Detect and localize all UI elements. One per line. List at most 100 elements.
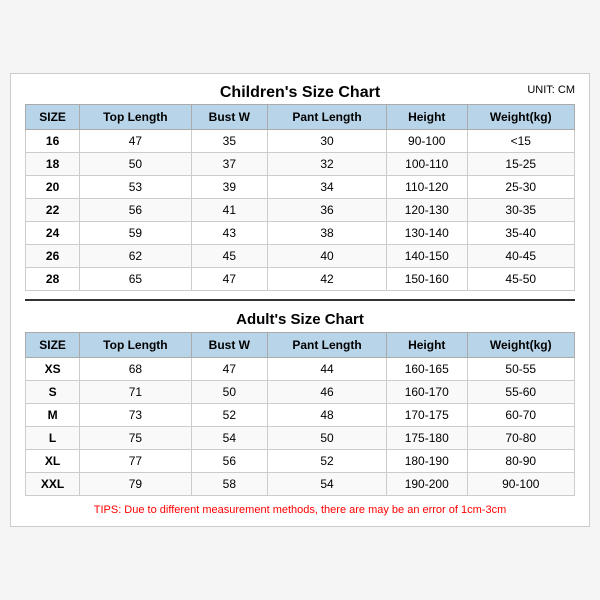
adult-col-height: Height <box>386 333 467 358</box>
table-cell: 36 <box>268 199 387 222</box>
children-col-size: SIZE <box>26 105 80 130</box>
table-cell: 160-170 <box>386 381 467 404</box>
table-row: 28654742150-16045-50 <box>26 268 575 291</box>
table-cell: 22 <box>26 199 80 222</box>
table-cell: 68 <box>80 358 191 381</box>
table-cell: 80-90 <box>467 450 575 473</box>
adult-col-bust: Bust W <box>191 333 267 358</box>
section-divider <box>25 299 575 301</box>
table-cell: 28 <box>26 268 80 291</box>
table-cell: 56 <box>191 450 267 473</box>
adult-col-weight: Weight(kg) <box>467 333 575 358</box>
adult-title-text: Adult's Size Chart <box>236 311 364 328</box>
table-cell: 35 <box>191 130 267 153</box>
table-cell: 54 <box>268 473 387 496</box>
table-cell: 38 <box>268 222 387 245</box>
table-cell: 52 <box>191 404 267 427</box>
table-cell: 43 <box>191 222 267 245</box>
table-cell: 54 <box>191 427 267 450</box>
table-cell: 100-110 <box>386 153 467 176</box>
table-cell: 160-165 <box>386 358 467 381</box>
tips-text: TIPS: Due to different measurement metho… <box>25 504 575 516</box>
children-col-top-length: Top Length <box>80 105 191 130</box>
table-row: 1647353090-100<15 <box>26 130 575 153</box>
table-cell: 180-190 <box>386 450 467 473</box>
adult-chart-title: Adult's Size Chart <box>25 305 575 332</box>
table-cell: 58 <box>191 473 267 496</box>
table-cell: 50 <box>80 153 191 176</box>
table-cell: 59 <box>80 222 191 245</box>
children-col-weight: Weight(kg) <box>467 105 575 130</box>
table-cell: XXL <box>26 473 80 496</box>
table-cell: S <box>26 381 80 404</box>
table-row: 26624540140-15040-45 <box>26 245 575 268</box>
children-col-height: Height <box>386 105 467 130</box>
table-cell: 53 <box>80 176 191 199</box>
table-cell: 35-40 <box>467 222 575 245</box>
table-row: XL775652180-19080-90 <box>26 450 575 473</box>
table-cell: M <box>26 404 80 427</box>
adult-col-top-length: Top Length <box>80 333 191 358</box>
table-cell: 34 <box>268 176 387 199</box>
table-cell: 190-200 <box>386 473 467 496</box>
table-cell: 70-80 <box>467 427 575 450</box>
table-cell: 71 <box>80 381 191 404</box>
table-cell: 41 <box>191 199 267 222</box>
table-cell: XS <box>26 358 80 381</box>
table-cell: 15-25 <box>467 153 575 176</box>
table-row: XS684744160-16550-55 <box>26 358 575 381</box>
children-col-bust: Bust W <box>191 105 267 130</box>
table-cell: 130-140 <box>386 222 467 245</box>
table-cell: 40-45 <box>467 245 575 268</box>
table-cell: 45-50 <box>467 268 575 291</box>
table-cell: 45 <box>191 245 267 268</box>
table-cell: 90-100 <box>467 473 575 496</box>
table-cell: 42 <box>268 268 387 291</box>
table-cell: 62 <box>80 245 191 268</box>
table-cell: 47 <box>191 268 267 291</box>
table-cell: 52 <box>268 450 387 473</box>
table-cell: 73 <box>80 404 191 427</box>
table-cell: 39 <box>191 176 267 199</box>
table-cell: 50 <box>191 381 267 404</box>
table-cell: 150-160 <box>386 268 467 291</box>
table-cell: 170-175 <box>386 404 467 427</box>
children-chart-title: Children's Size Chart UNIT: CM <box>25 84 575 102</box>
table-cell: 30-35 <box>467 199 575 222</box>
unit-label: UNIT: CM <box>527 84 575 96</box>
children-title-text: Children's Size Chart <box>220 84 380 101</box>
table-cell: 32 <box>268 153 387 176</box>
table-cell: 110-120 <box>386 176 467 199</box>
table-cell: 48 <box>268 404 387 427</box>
table-cell: 50 <box>268 427 387 450</box>
table-cell: 47 <box>80 130 191 153</box>
adult-col-pant: Pant Length <box>268 333 387 358</box>
table-cell: 16 <box>26 130 80 153</box>
table-row: 22564136120-13030-35 <box>26 199 575 222</box>
table-cell: 24 <box>26 222 80 245</box>
table-cell: 18 <box>26 153 80 176</box>
table-cell: 30 <box>268 130 387 153</box>
table-row: 18503732100-11015-25 <box>26 153 575 176</box>
table-row: 20533934110-12025-30 <box>26 176 575 199</box>
table-cell: 47 <box>191 358 267 381</box>
table-cell: 56 <box>80 199 191 222</box>
children-size-table: SIZE Top Length Bust W Pant Length Heigh… <box>25 104 575 291</box>
table-cell: 20 <box>26 176 80 199</box>
table-cell: 75 <box>80 427 191 450</box>
table-cell: 65 <box>80 268 191 291</box>
table-row: S715046160-17055-60 <box>26 381 575 404</box>
table-cell: 175-180 <box>386 427 467 450</box>
table-cell: 79 <box>80 473 191 496</box>
table-row: 24594338130-14035-40 <box>26 222 575 245</box>
table-cell: 46 <box>268 381 387 404</box>
chart-container: Children's Size Chart UNIT: CM SIZE Top … <box>10 73 590 527</box>
adult-col-size: SIZE <box>26 333 80 358</box>
table-cell: 50-55 <box>467 358 575 381</box>
adult-header-row: SIZE Top Length Bust W Pant Length Heigh… <box>26 333 575 358</box>
table-cell: 44 <box>268 358 387 381</box>
table-cell: 25-30 <box>467 176 575 199</box>
table-cell: 26 <box>26 245 80 268</box>
table-cell: 90-100 <box>386 130 467 153</box>
table-cell: 120-130 <box>386 199 467 222</box>
